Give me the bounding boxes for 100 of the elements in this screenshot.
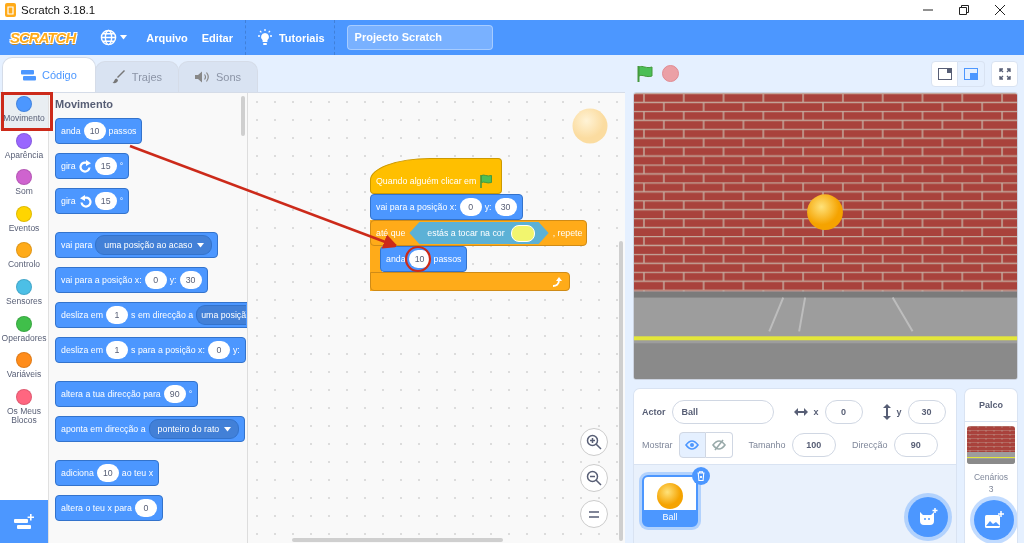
add-extension-button[interactable] [0, 500, 48, 543]
category-item[interactable]: Variáveis [0, 349, 48, 386]
block-text: passos [433, 254, 462, 264]
category-item[interactable]: Som [0, 166, 48, 203]
motion-block[interactable]: altera a tua direcção para 90 ° [55, 381, 199, 407]
number-input[interactable]: 15 [94, 192, 117, 210]
backdrops-label: Cenários [974, 472, 1008, 482]
block-text: s para a posição x: [131, 345, 205, 355]
delete-icon[interactable] [692, 467, 710, 485]
zoom-in-button[interactable] [580, 428, 608, 456]
number-input[interactable]: 30 [494, 198, 517, 216]
image-icon [984, 511, 1004, 529]
motion-block[interactable]: altera o teu x para 0 [55, 495, 163, 521]
number-input[interactable]: 0 [134, 499, 157, 517]
caret-icon [197, 242, 205, 248]
scrollbar[interactable] [619, 241, 623, 541]
extension-icon [14, 513, 34, 530]
field-label: Tamanho [748, 440, 786, 450]
category-item[interactable]: Sensores [0, 275, 48, 313]
zoom-out-button[interactable] [580, 464, 608, 492]
block-text: y: [232, 345, 240, 355]
block-text: vai para a posição x: [376, 202, 457, 212]
motion-block[interactable]: desliza em 1 s em direcção a uma posiçã [55, 302, 247, 328]
motion-block[interactable]: vai para a posição x: 0 y: 30 [370, 194, 523, 220]
motion-block[interactable]: gira 15 ° [55, 153, 130, 179]
lightbulb-icon [256, 29, 273, 46]
horizontal-arrow-icon [793, 408, 808, 416]
motion-block[interactable]: adiciona 10 ao teu x [55, 460, 160, 486]
number-input[interactable]: 0 [207, 341, 230, 359]
fullscreen-button[interactable] [991, 60, 1018, 87]
code-blocks-icon [21, 69, 36, 81]
motion-block[interactable]: desliza em 1 s para a posição x: 0 y: [55, 337, 246, 363]
category-item[interactable]: Controlo [0, 239, 48, 276]
motion-block[interactable]: gira 15 ° [55, 188, 130, 214]
scrollbar[interactable] [241, 96, 245, 136]
motion-block[interactable]: anda 10 passos [55, 118, 143, 144]
category-heading: Movimento [55, 97, 115, 112]
stage-heading: Palco [965, 389, 1017, 422]
turn-left-icon [78, 194, 92, 208]
zoom-out-icon [586, 470, 602, 486]
app-icon [5, 3, 16, 17]
block-text: ° [119, 196, 124, 206]
block-text: aponta em direcção a [61, 424, 146, 434]
block-text: desliza em [61, 310, 104, 320]
highlight-frame [1, 92, 53, 131]
category-item[interactable]: Movimento [0, 93, 48, 130]
field-label: Actor [642, 407, 666, 417]
block-text: gira [61, 196, 76, 206]
stop-icon[interactable] [662, 65, 679, 82]
close-icon[interactable] [995, 5, 1005, 15]
motion-block[interactable]: vai para a posição x: 0 y: 30 [55, 267, 208, 293]
block-text: vai para [61, 240, 93, 250]
motion-block[interactable]: vai para uma posição ao acaso [55, 232, 219, 258]
hide-button[interactable] [705, 432, 733, 458]
block-text: adiciona [61, 468, 94, 478]
block-text: s em direcção a [131, 310, 194, 320]
block-text: estás a tocar na cor [427, 228, 505, 238]
caret-icon [224, 426, 232, 432]
field-label: y [896, 407, 902, 417]
restore-icon[interactable] [959, 5, 969, 15]
number-input[interactable]: 90 [163, 385, 186, 403]
vertical-arrow-icon [882, 404, 891, 420]
block-dropdown[interactable]: ponteiro do rato [148, 419, 240, 439]
number-input[interactable]: 1 [106, 341, 129, 359]
block-dropdown[interactable]: uma posição ao acaso [95, 235, 213, 255]
block-text: altera a tua direcção para [61, 389, 161, 399]
stage-size-button[interactable] [931, 60, 958, 87]
number-input[interactable]: 10 [96, 464, 119, 482]
block-text: desliza em [61, 345, 104, 355]
add-backdrop-button[interactable] [974, 500, 1014, 540]
flag-icon[interactable] [636, 64, 654, 83]
zoom-reset-button[interactable] [580, 500, 608, 528]
block-text: anda [61, 126, 81, 136]
scrollbar[interactable] [292, 538, 503, 542]
fullscreen-icon [998, 67, 1011, 80]
category-item[interactable]: Operadores [0, 312, 48, 350]
number-input[interactable]: 30 [179, 271, 202, 289]
block-text: passos [108, 126, 137, 136]
category-item[interactable]: Aparência [0, 129, 48, 167]
number-input[interactable]: 15 [94, 157, 117, 175]
show-button[interactable] [678, 432, 706, 458]
category-item[interactable]: Os Meus Blocos [0, 385, 48, 423]
backdrop-count: 3 [988, 484, 994, 494]
number-input[interactable]: 0 [144, 271, 167, 289]
hidden-eye-icon [711, 439, 726, 451]
block-text: vai para a posição x: [61, 275, 142, 285]
category-item[interactable]: Eventos [0, 202, 48, 240]
motion-block[interactable]: aponta em direcção a ponteiro do rato [55, 416, 246, 442]
field-label: Mostrar [642, 440, 673, 450]
add-sprite-button[interactable] [908, 497, 948, 537]
block-text: ° [119, 161, 124, 171]
number-input[interactable]: 10 [83, 122, 106, 140]
loop-arrow-icon [552, 276, 563, 287]
color-swatch[interactable] [510, 224, 535, 242]
number-input[interactable]: 1 [106, 306, 129, 324]
block-text: altera o teu x para [61, 503, 132, 513]
speaker-icon [195, 71, 210, 83]
block-dropdown[interactable]: uma posiçã [196, 305, 247, 325]
number-input[interactable]: 0 [459, 198, 482, 216]
ball-icon [657, 483, 683, 509]
